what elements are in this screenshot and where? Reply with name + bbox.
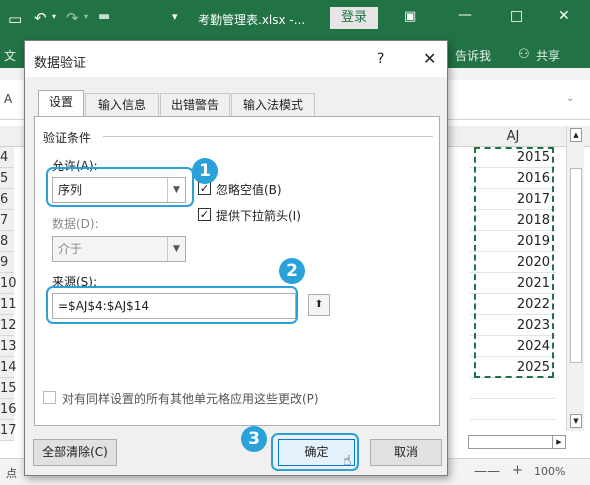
undo-icon[interactable]: ↶ xyxy=(34,9,47,27)
window-title: 考勤管理表.xlsx -... xyxy=(198,13,306,27)
chevron-down-icon: ▼ xyxy=(167,237,185,261)
login-button[interactable]: 登录 xyxy=(330,7,378,29)
row-header[interactable]: 13 xyxy=(0,336,17,357)
row-header[interactable]: 14 xyxy=(0,357,17,378)
ignore-blank-label: 忽略空值(B) xyxy=(216,183,282,197)
tab-error-alert[interactable]: 出错警告 xyxy=(160,93,230,117)
in-cell-dropdown-checkbox[interactable]: ✓ xyxy=(198,208,211,221)
row-header[interactable]: 8 xyxy=(0,231,14,252)
tab-input-message[interactable]: 输入信息 xyxy=(85,93,159,117)
dialog-title-bar: 数据验证 ? ✕ xyxy=(25,41,447,77)
close-icon[interactable]: ✕ xyxy=(423,49,436,68)
section-divider xyxy=(103,136,433,137)
dialog-title: 数据验证 xyxy=(34,56,87,71)
scroll-thumb[interactable] xyxy=(570,168,582,363)
excel-title-bar: ▭ ↶ ▾ ↷ ▾ ▬ ▾ 考勤管理表.xlsx -... 登录 ▣ — □ ✕ xyxy=(0,0,590,40)
data-label: 数据(D): xyxy=(52,217,99,231)
scroll-down-icon[interactable]: ▼ xyxy=(570,414,582,428)
cell-aj[interactable] xyxy=(470,399,556,420)
ribbon-display-icon[interactable]: ▣ xyxy=(404,9,416,24)
data-validation-dialog: 数据验证 ? ✕ 设置 输入信息 出错警告 输入法模式 验证条件 允许(A): … xyxy=(24,40,448,476)
share-button[interactable]: 共享 xyxy=(536,47,560,64)
row-header[interactable]: 12 xyxy=(0,315,17,336)
name-box[interactable]: A xyxy=(4,92,12,106)
maximize-icon[interactable]: □ xyxy=(510,8,523,24)
status-text: 点 xyxy=(6,467,17,480)
source-highlight xyxy=(46,286,298,324)
row-header[interactable]: 10 xyxy=(0,273,17,294)
zoom-slider-track[interactable]: —— xyxy=(474,464,500,479)
horizontal-scroll-thumb[interactable] xyxy=(468,435,556,449)
apply-all-checkbox[interactable] xyxy=(43,391,56,404)
settings-panel: 验证条件 允许(A): 序列 ▼ ✓ 忽略空值(B) ✓ 提供下拉箭头(I) 数… xyxy=(34,116,440,426)
step-badge-3: 3 xyxy=(241,426,267,452)
row-header[interactable]: 6 xyxy=(0,189,14,210)
cell-aj[interactable] xyxy=(470,378,556,399)
data-select-value: 介于 xyxy=(58,242,83,256)
apply-all-label: 对有同样设置的所有其他单元格应用这些更改(P) xyxy=(62,392,319,406)
row-header[interactable]: 17 xyxy=(0,420,17,441)
data-select[interactable]: 介于 ▼ xyxy=(52,236,186,262)
column-header-aj[interactable]: AJ xyxy=(470,126,556,147)
expand-formula-bar-icon[interactable]: ⌄ xyxy=(566,93,574,104)
ribbon-file-tab[interactable]: 文 xyxy=(4,47,16,64)
redo-dropdown-icon[interactable]: ▾ xyxy=(84,12,88,21)
row-header[interactable]: 5 xyxy=(0,168,14,189)
user-icon: ⚇ xyxy=(518,47,530,62)
scroll-right-icon[interactable]: ▶ xyxy=(552,435,566,449)
source-range-selection xyxy=(474,147,554,378)
in-cell-dropdown-label: 提供下拉箭头(I) xyxy=(216,209,301,223)
help-icon[interactable]: ? xyxy=(377,51,384,67)
tab-settings[interactable]: 设置 xyxy=(38,90,84,117)
open-folder-icon[interactable]: ▬ xyxy=(98,9,110,24)
step-badge-1: 1 xyxy=(192,158,218,184)
ok-highlight xyxy=(271,433,359,471)
zoom-in-icon[interactable]: + xyxy=(512,463,523,478)
redo-icon[interactable]: ↷ xyxy=(66,9,79,27)
cancel-button[interactable]: 取消 xyxy=(370,439,442,466)
step-badge-2: 2 xyxy=(279,258,305,284)
customize-qat-icon[interactable]: ▾ xyxy=(172,10,178,23)
row-header[interactable]: 9 xyxy=(0,252,14,273)
scroll-up-icon[interactable]: ▲ xyxy=(570,128,582,142)
clear-all-button[interactable]: 全部清除(C) xyxy=(33,439,117,466)
collapse-dialog-button[interactable]: ⬆ xyxy=(308,294,330,316)
close-window-icon[interactable]: ✕ xyxy=(558,8,570,24)
minimize-icon[interactable]: — xyxy=(458,7,472,23)
tab-ime-mode[interactable]: 输入法模式 xyxy=(231,93,315,117)
row-header[interactable]: 11 xyxy=(0,294,17,315)
tell-me-box[interactable]: 告诉我 xyxy=(455,47,491,64)
undo-dropdown-icon[interactable]: ▾ xyxy=(52,12,56,21)
row-header[interactable]: 4 xyxy=(0,147,14,168)
row-header[interactable]: 15 xyxy=(0,378,17,399)
allow-highlight xyxy=(46,167,194,207)
save-icon[interactable]: ▭ xyxy=(8,10,22,28)
row-header[interactable]: 7 xyxy=(0,210,14,231)
row-header[interactable]: 16 xyxy=(0,399,17,420)
vertical-scrollbar[interactable]: ▲ ▼ xyxy=(566,126,584,431)
zoom-level[interactable]: 100% xyxy=(534,465,565,478)
section-title: 验证条件 xyxy=(43,131,92,145)
range-select-icon: ⬆ xyxy=(314,299,324,310)
